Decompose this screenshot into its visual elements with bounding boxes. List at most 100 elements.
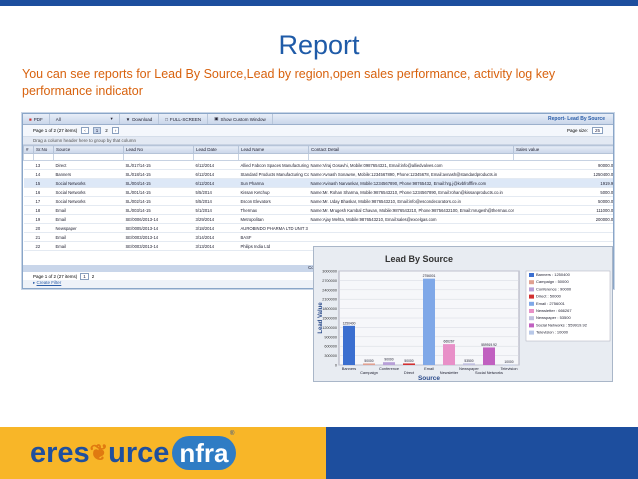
table-row[interactable]: 18 Email SL/003/14-15 5/1/2014 Thermax Name:M… xyxy=(23,205,613,215)
table-cell: Standard Products Manufacturing Co xyxy=(238,169,309,179)
column-header[interactable]: Lead Date xyxy=(193,145,239,154)
column-header[interactable]: Lead Name xyxy=(238,145,309,154)
table-cell: SE/0003/2013-14 xyxy=(123,241,194,251)
table-row[interactable]: 20 Newspaper SE/0005/2013-14 3/18/2014 AUROB… xyxy=(23,223,613,233)
table-cell: SE/0006/2013-14 xyxy=(123,214,194,224)
table-cell: Name:Avinash Narvankar, Mobile:123456789… xyxy=(308,178,514,188)
column-header[interactable]: Contact Detail xyxy=(308,145,514,154)
table-cell: 50000.00 xyxy=(513,196,613,206)
column-filter-cell[interactable] xyxy=(33,153,54,161)
bar xyxy=(363,363,375,365)
pdf-icon: ■ xyxy=(29,116,32,122)
bar xyxy=(403,363,415,365)
table-row[interactable]: 17 Social Networks SL/002/14-15 5/5/2014 Esc… xyxy=(23,196,613,206)
group-panel[interactable]: Drag a column header here to group by th… xyxy=(23,137,613,145)
next-page-button[interactable]: › xyxy=(111,127,120,134)
column-header[interactable]: Lead No xyxy=(123,145,194,154)
show-custom-window-button[interactable]: ▣ Show Custom Window xyxy=(208,114,273,124)
slide: Report You can see reports for Lead By S… xyxy=(0,0,638,479)
column-header[interactable]: # xyxy=(23,145,34,154)
export-scope-select[interactable]: All ▾ xyxy=(50,114,120,124)
table-cell: 20 xyxy=(33,223,54,233)
table-cell: 1250400.00 xyxy=(513,169,613,179)
table-cell: Banners xyxy=(53,169,124,179)
table-cell: Email xyxy=(53,214,124,224)
data-label: 2756001 xyxy=(423,274,436,278)
table-cell: SL/003/14-15 xyxy=(123,205,194,215)
table-row[interactable]: 14 Banners SL/018/14-15 6/12/2014 Standard P… xyxy=(23,169,613,179)
column-filter-cell[interactable] xyxy=(308,153,514,161)
table-row[interactable]: 21 Email SE/0003/2013-14 3/14/2014 BASF xyxy=(23,232,613,242)
eresource-infra-logo: eres ❦ urce nfra xyxy=(30,431,236,475)
data-label: 559919.92 xyxy=(481,343,497,347)
table-cell: 111000.00 xyxy=(513,205,613,215)
footer-band: eres ❦ urce nfra ® xyxy=(0,427,638,479)
y-axis-label: Lead Value xyxy=(318,302,324,334)
page-1-button[interactable]: 1 xyxy=(92,127,102,134)
table-cell: SL/002/14-15 xyxy=(123,196,194,206)
table-cell: 16 xyxy=(33,187,54,197)
page-2-button[interactable]: 2 xyxy=(105,128,108,133)
y-tick-label: 600000 xyxy=(324,345,337,349)
table-cell: Name:Viraj Gosavhi, Mobile:0987654321, E… xyxy=(308,160,514,170)
page-size-select[interactable]: 25 xyxy=(591,127,603,134)
table-row[interactable]: 15 Social Networks SL/004/14-15 6/12/2014 Su… xyxy=(23,178,613,188)
column-filter-cell[interactable] xyxy=(123,153,194,161)
table-cell xyxy=(23,205,34,215)
full-screen-button[interactable]: □ FULL-SCREEN xyxy=(159,114,209,124)
filter-icon: ▸ xyxy=(33,280,36,285)
table-cell: Newspaper xyxy=(53,223,124,233)
table-cell: 6/12/2014 xyxy=(193,169,239,179)
legend-swatch xyxy=(529,273,534,277)
bottom-page-2-button[interactable]: 2 xyxy=(92,274,95,279)
table-cell xyxy=(308,232,514,242)
report-title: Report- Lead By Source xyxy=(548,116,605,122)
legend-entry: Newspaper : 53500 xyxy=(536,315,571,320)
column-header[interactable]: Sr.No xyxy=(33,145,54,154)
legend-entry: Email : 2756001 xyxy=(536,301,566,306)
legend-entry: Social Networks : 559919.92 xyxy=(536,322,588,327)
table-cell: 3/18/2014 xyxy=(193,223,239,233)
table-row[interactable]: 19 Email SE/0006/2013-14 3/29/2014 Metropoli… xyxy=(23,214,613,224)
column-filter-cell[interactable] xyxy=(238,153,309,161)
table-cell xyxy=(23,241,34,251)
column-filter-cell[interactable] xyxy=(53,153,124,161)
table-cell: SE/0003/2013-14 xyxy=(123,232,194,242)
table-cell: Email xyxy=(53,241,124,251)
table-row[interactable]: 13 Direct SL/017/14-15 6/12/2014 Allied Fabc… xyxy=(23,160,613,170)
export-format-select[interactable]: ■ PDF xyxy=(23,114,50,124)
table-cell: SL/018/14-15 xyxy=(123,169,194,179)
download-button[interactable]: ▼ Download xyxy=(120,114,160,124)
table-cell: Name:Avnash Sonawne, Mobile:1234567890, … xyxy=(308,169,514,179)
y-tick-label: 1800000 xyxy=(322,307,337,311)
table-row[interactable]: 16 Social Networks SL/001/14-15 5/5/2014 Kis… xyxy=(23,187,613,197)
table-cell: Sun Pharma xyxy=(238,178,309,188)
y-tick-label: 300000 xyxy=(324,354,337,358)
legend-swatch xyxy=(529,301,534,306)
column-filter-cell[interactable] xyxy=(513,153,613,161)
legend-swatch xyxy=(529,323,534,328)
table-cell: Name:Mr. Mrugesh Kambal Chavan, Mobile:9… xyxy=(308,205,514,215)
column-filter-cell[interactable] xyxy=(193,153,239,161)
bar xyxy=(463,363,475,365)
table-cell: 19 xyxy=(33,214,54,224)
column-header[interactable]: Sales value xyxy=(513,145,613,154)
legend-entry: Direct : 50000 xyxy=(536,294,562,299)
x-tick-label: Email xyxy=(424,366,434,371)
legend-swatch xyxy=(529,287,534,292)
table-cell xyxy=(23,196,34,206)
x-tick-label: Television xyxy=(500,366,517,371)
column-filter-cell[interactable] xyxy=(23,153,34,161)
table-cell: 200000.00 xyxy=(513,214,613,224)
leaf-icon: ❦ xyxy=(89,440,109,465)
legend-entry: Television : 10000 xyxy=(536,330,569,335)
table-cell: 22 xyxy=(33,241,54,251)
y-tick-label: 1200000 xyxy=(322,326,337,330)
prev-page-button[interactable]: ‹ xyxy=(81,127,89,134)
table-cell: 5/5/2014 xyxy=(193,196,239,206)
bottom-page-1-button[interactable]: 1 xyxy=(80,272,89,280)
report-toolbar: ■ PDF All ▾ ▼ Download □ FULL-SCREEN ▣ Show C… xyxy=(23,114,613,125)
table-cell xyxy=(23,160,34,170)
data-label: 53500 xyxy=(464,359,473,363)
column-header[interactable]: Source xyxy=(53,145,124,154)
